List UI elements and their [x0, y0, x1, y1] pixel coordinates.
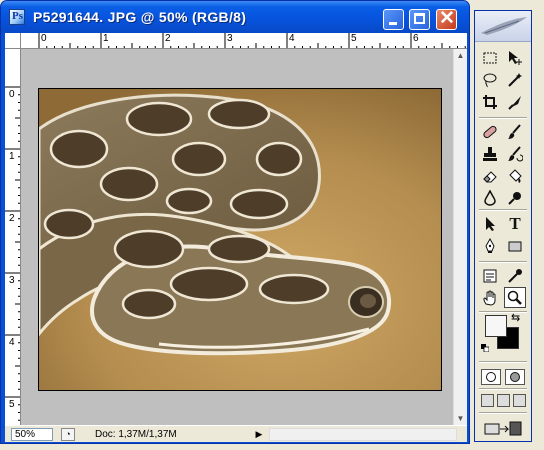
history-brush-icon[interactable]: [504, 143, 526, 164]
status-menu-icon[interactable]: ◔: [61, 428, 75, 441]
dodge-icon[interactable]: [504, 187, 526, 208]
separator: [479, 388, 527, 390]
ruler-label: 1: [103, 33, 109, 44]
magnifier-icon[interactable]: [504, 287, 526, 308]
scroll-up-arrow-icon[interactable]: ▲: [455, 50, 466, 61]
type-icon[interactable]: T: [504, 213, 526, 234]
default-colors-icon[interactable]: [481, 344, 489, 352]
ruler-label: 0: [9, 89, 15, 100]
ruler-label: 1: [9, 151, 15, 162]
ruler-label: 2: [165, 33, 171, 44]
snake-photo[interactable]: [38, 88, 442, 391]
canvas-area[interactable]: [21, 49, 453, 425]
ruler-label: 3: [227, 33, 233, 44]
window-title: P5291644. JPG @ 50% (RGB/8): [33, 9, 247, 25]
status-arrow-icon[interactable]: ▶: [253, 428, 265, 441]
zoom-field[interactable]: 50%: [11, 428, 53, 441]
tools-palette: T ⇆: [474, 10, 532, 442]
slice-knife-icon[interactable]: [504, 91, 526, 112]
separator: [479, 209, 527, 211]
brush-icon[interactable]: [504, 121, 526, 142]
quick-mask-icon: [510, 372, 520, 382]
ruler-label: 3: [9, 275, 15, 286]
status-bar: 50% ◔ Doc: 1,37M/1,37M ▶: [5, 425, 467, 442]
magic-wand-icon[interactable]: [504, 69, 526, 90]
close-button[interactable]: ✕: [436, 8, 457, 30]
note-icon[interactable]: [479, 265, 501, 286]
separator: [479, 361, 527, 363]
ruler-label: 5: [351, 33, 357, 44]
hand-icon[interactable]: [479, 287, 501, 308]
standard-mode-button[interactable]: [481, 369, 501, 385]
bandage-icon[interactable]: [479, 121, 501, 142]
lasso-icon[interactable]: [479, 69, 501, 90]
stamp-icon[interactable]: [479, 143, 501, 164]
jump-to-imageready-icon[interactable]: [483, 419, 523, 437]
maximize-icon: [414, 13, 425, 24]
screen-mode-menubar-icon[interactable]: [497, 394, 510, 407]
ruler-origin[interactable]: [5, 33, 21, 49]
move-arrow-icon[interactable]: [504, 47, 526, 68]
document-icon: Ps: [9, 9, 25, 25]
document-window: Ps P5291644. JPG @ 50% (RGB/8) ✕ 0 1 2 3…: [0, 0, 470, 444]
minimize-icon: [389, 22, 397, 25]
maximize-button[interactable]: [409, 9, 430, 30]
separator: [479, 412, 527, 414]
close-icon: ✕: [439, 8, 455, 29]
horizontal-ruler[interactable]: 0 1 2 3 4 5 6: [21, 33, 467, 49]
separator: [479, 117, 527, 119]
ruler-label: 0: [41, 33, 47, 44]
rect-marquee-icon[interactable]: [479, 47, 501, 68]
standard-mode-icon: [486, 372, 496, 382]
screen-mode-standard-icon[interactable]: [481, 394, 494, 407]
bucket-icon[interactable]: [504, 165, 526, 186]
ruler-label: 5: [9, 399, 15, 410]
ruler-label: 6: [413, 33, 419, 44]
scroll-down-arrow-icon[interactable]: ▼: [455, 413, 466, 424]
document-client-area: 0 1 2 3 4 5 6 0 1 2 3 4 5 ▲ ▼ 50% ◔ Doc:…: [5, 33, 467, 442]
document-size-info: Doc: 1,37M/1,37M: [95, 429, 177, 440]
horizontal-ruler-ticks: [38, 33, 466, 48]
horizontal-scrollbar[interactable]: [269, 428, 457, 441]
drop-icon[interactable]: [479, 187, 501, 208]
foreground-color-swatch[interactable]: [485, 315, 507, 337]
ruler-label: 2: [9, 213, 15, 224]
pen-icon[interactable]: [479, 235, 501, 256]
snake-image: [39, 89, 441, 390]
title-bar[interactable]: Ps P5291644. JPG @ 50% (RGB/8) ✕: [1, 1, 469, 33]
tools-header[interactable]: [475, 11, 531, 42]
swap-colors-icon[interactable]: ⇆: [511, 311, 520, 324]
ruler-label: 4: [289, 33, 295, 44]
black-arrow-icon[interactable]: [479, 213, 501, 234]
ruler-label: 4: [9, 337, 15, 348]
crop-icon[interactable]: [479, 91, 501, 112]
eyedropper-icon[interactable]: [504, 265, 526, 286]
vertical-ruler[interactable]: 0 1 2 3 4 5: [5, 49, 21, 425]
separator: [479, 261, 527, 263]
minimize-button[interactable]: [383, 9, 404, 30]
rectangle-icon[interactable]: [504, 235, 526, 256]
vertical-ruler-ticks: [5, 86, 20, 421]
eraser-icon[interactable]: [479, 165, 501, 186]
feather-logo-icon: [481, 17, 527, 35]
quick-mask-button[interactable]: [505, 369, 525, 385]
vertical-scrollbar[interactable]: ▲ ▼: [453, 49, 467, 425]
screen-mode-full-icon[interactable]: [513, 394, 526, 407]
